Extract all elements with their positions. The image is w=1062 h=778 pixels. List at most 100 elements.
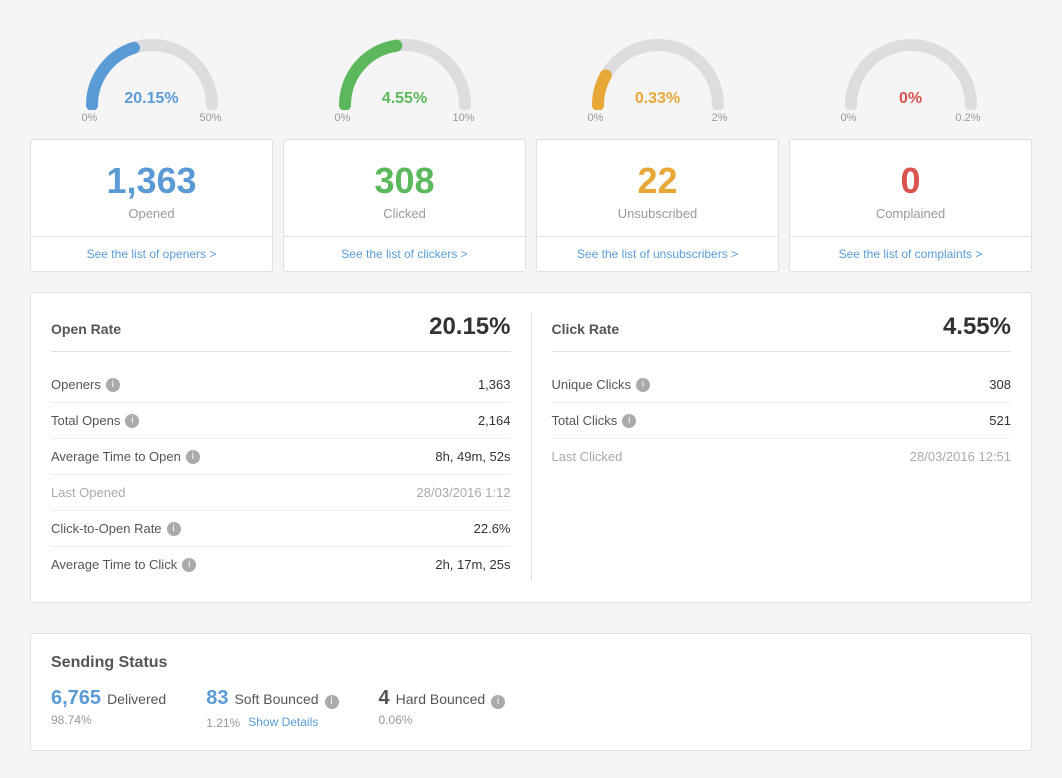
open-rate-gauge-labels: 0% 50%	[82, 112, 222, 124]
total-clicks-label: Total Clicks i	[552, 413, 637, 428]
click-to-open-value: 22.6%	[474, 521, 511, 536]
open-stats-half: Open Rate 20.15% Openers i 1,363 Total O…	[51, 313, 511, 582]
open-rate-header-label: Open Rate	[51, 321, 121, 337]
total-opens-info-icon[interactable]: i	[125, 414, 139, 428]
complaint-rate-min: 0%	[841, 112, 857, 124]
open-stats-header: Open Rate 20.15%	[51, 313, 511, 352]
delivered-item: 6,765 Delivered 98.74%	[51, 687, 166, 727]
unsubscribed-label: Unsubscribed	[552, 206, 763, 221]
last-clicked-row: Last Clicked 28/03/2016 12:51	[552, 439, 1012, 474]
soft-bounced-info-icon[interactable]: i	[325, 695, 339, 709]
hard-bounced-number: 4	[379, 687, 390, 710]
opened-link[interactable]: See the list of openers >	[31, 236, 272, 271]
sending-status-row: 6,765 Delivered 98.74% 83 Soft Bounced i…	[51, 687, 1011, 730]
clicked-label: Clicked	[299, 206, 510, 221]
open-rate-gauge-value: 20.15%	[124, 90, 178, 108]
unsub-rate-gauge-labels: 0% 2%	[588, 112, 728, 124]
sending-status-section: Sending Status 6,765 Delivered 98.74% 83…	[30, 633, 1032, 751]
unique-clicks-row: Unique Clicks i 308	[552, 367, 1012, 403]
complaint-rate-gauge: 0%	[831, 20, 991, 110]
soft-bounced-label: Soft Bounced	[234, 691, 318, 707]
complained-number: 0	[805, 160, 1016, 202]
unsubscribed-link[interactable]: See the list of unsubscribers >	[537, 236, 778, 271]
clicked-link[interactable]: See the list of clickers >	[284, 236, 525, 271]
unsubscribed-number: 22	[552, 160, 763, 202]
cards-row: 1,363 Opened See the list of openers > 3…	[30, 139, 1032, 272]
complaint-rate-max: 0.2%	[955, 112, 980, 124]
avg-time-open-value: 8h, 49m, 52s	[435, 449, 510, 464]
click-rate-gauge-container: 4.55% 0% 10%	[283, 20, 526, 124]
delivered-label: Delivered	[107, 691, 166, 707]
click-stats-half: Click Rate 4.55% Unique Clicks i 308 Tot…	[531, 313, 1012, 582]
click-to-open-info-icon[interactable]: i	[167, 522, 181, 536]
avg-time-open-label: Average Time to Open i	[51, 449, 200, 464]
unique-clicks-value: 308	[989, 377, 1011, 392]
unique-clicks-label: Unique Clicks i	[552, 377, 650, 392]
avg-time-click-value: 2h, 17m, 25s	[435, 557, 510, 572]
click-to-open-label: Click-to-Open Rate i	[51, 521, 181, 536]
click-rate-gauge-value: 4.55%	[382, 90, 427, 108]
click-to-open-row: Click-to-Open Rate i 22.6%	[51, 511, 511, 547]
click-rate-gauge: 4.55%	[325, 20, 485, 110]
open-rate-max: 50%	[199, 112, 221, 124]
click-rate-header-label: Click Rate	[552, 321, 620, 337]
avg-time-click-info-icon[interactable]: i	[182, 558, 196, 572]
click-rate-gauge-labels: 0% 10%	[335, 112, 475, 124]
avg-time-open-info-icon[interactable]: i	[186, 450, 200, 464]
soft-bounced-top: 83 Soft Bounced i	[206, 687, 338, 710]
hard-bounced-item: 4 Hard Bounced i 0.06%	[379, 687, 506, 727]
hard-bounced-top: 4 Hard Bounced i	[379, 687, 506, 710]
opened-number: 1,363	[46, 160, 257, 202]
soft-bounced-pct: 1.21%	[206, 716, 240, 730]
open-rate-gauge: 20.15%	[72, 20, 232, 110]
last-opened-value: 28/03/2016 1:12	[417, 485, 511, 500]
hard-bounced-label: Hard Bounced	[396, 691, 486, 707]
unsub-rate-gauge-container: 0.33% 0% 2%	[536, 20, 779, 124]
open-rate-min: 0%	[82, 112, 98, 124]
last-clicked-label: Last Clicked	[552, 449, 623, 464]
complaint-rate-gauge-container: 0% 0% 0.2%	[789, 20, 1032, 124]
clicked-card-body: 308 Clicked	[284, 140, 525, 236]
complained-link[interactable]: See the list of complaints >	[790, 236, 1031, 271]
total-clicks-info-icon[interactable]: i	[622, 414, 636, 428]
hard-bounced-pct: 0.06%	[379, 713, 506, 727]
delivered-top: 6,765 Delivered	[51, 687, 166, 710]
soft-bounced-number: 83	[206, 687, 228, 710]
sending-status-title: Sending Status	[51, 654, 1011, 672]
last-clicked-value: 28/03/2016 12:51	[910, 449, 1011, 464]
clicked-number: 308	[299, 160, 510, 202]
gauge-row: 20.15% 0% 50% 4.55% 0% 10%	[30, 20, 1032, 124]
openers-value: 1,363	[478, 377, 511, 392]
complaint-rate-gauge-labels: 0% 0.2%	[841, 112, 981, 124]
openers-row: Openers i 1,363	[51, 367, 511, 403]
open-rate-gauge-container: 20.15% 0% 50%	[30, 20, 273, 124]
complained-label: Complained	[805, 206, 1016, 221]
unsubscribed-card-body: 22 Unsubscribed	[537, 140, 778, 236]
delivered-pct: 98.74%	[51, 713, 166, 727]
avg-time-open-row: Average Time to Open i 8h, 49m, 52s	[51, 439, 511, 475]
click-rate-header-value: 4.55%	[943, 313, 1011, 341]
last-opened-label: Last Opened	[51, 485, 125, 500]
opened-card: 1,363 Opened See the list of openers >	[30, 139, 273, 272]
unsub-rate-gauge-value: 0.33%	[635, 90, 680, 108]
total-opens-label: Total Opens i	[51, 413, 139, 428]
click-stats-header: Click Rate 4.55%	[552, 313, 1012, 352]
complaint-rate-gauge-value: 0%	[899, 90, 922, 108]
open-rate-header-value: 20.15%	[429, 313, 510, 341]
unsub-rate-gauge: 0.33%	[578, 20, 738, 110]
last-opened-row: Last Opened 28/03/2016 1:12	[51, 475, 511, 511]
unsub-rate-max: 2%	[712, 112, 728, 124]
openers-label: Openers i	[51, 377, 120, 392]
unsubscribed-card: 22 Unsubscribed See the list of unsubscr…	[536, 139, 779, 272]
hard-bounced-info-icon[interactable]: i	[491, 695, 505, 709]
opened-label: Opened	[46, 206, 257, 221]
show-details-link[interactable]: Show Details	[248, 715, 318, 729]
soft-bounced-item: 83 Soft Bounced i 1.21% Show Details	[206, 687, 338, 730]
openers-info-icon[interactable]: i	[106, 378, 120, 392]
total-opens-row: Total Opens i 2,164	[51, 403, 511, 439]
unique-clicks-info-icon[interactable]: i	[636, 378, 650, 392]
stats-detail-section: Open Rate 20.15% Openers i 1,363 Total O…	[30, 292, 1032, 603]
avg-time-click-row: Average Time to Click i 2h, 17m, 25s	[51, 547, 511, 582]
click-rate-max: 10%	[452, 112, 474, 124]
delivered-number: 6,765	[51, 687, 101, 710]
